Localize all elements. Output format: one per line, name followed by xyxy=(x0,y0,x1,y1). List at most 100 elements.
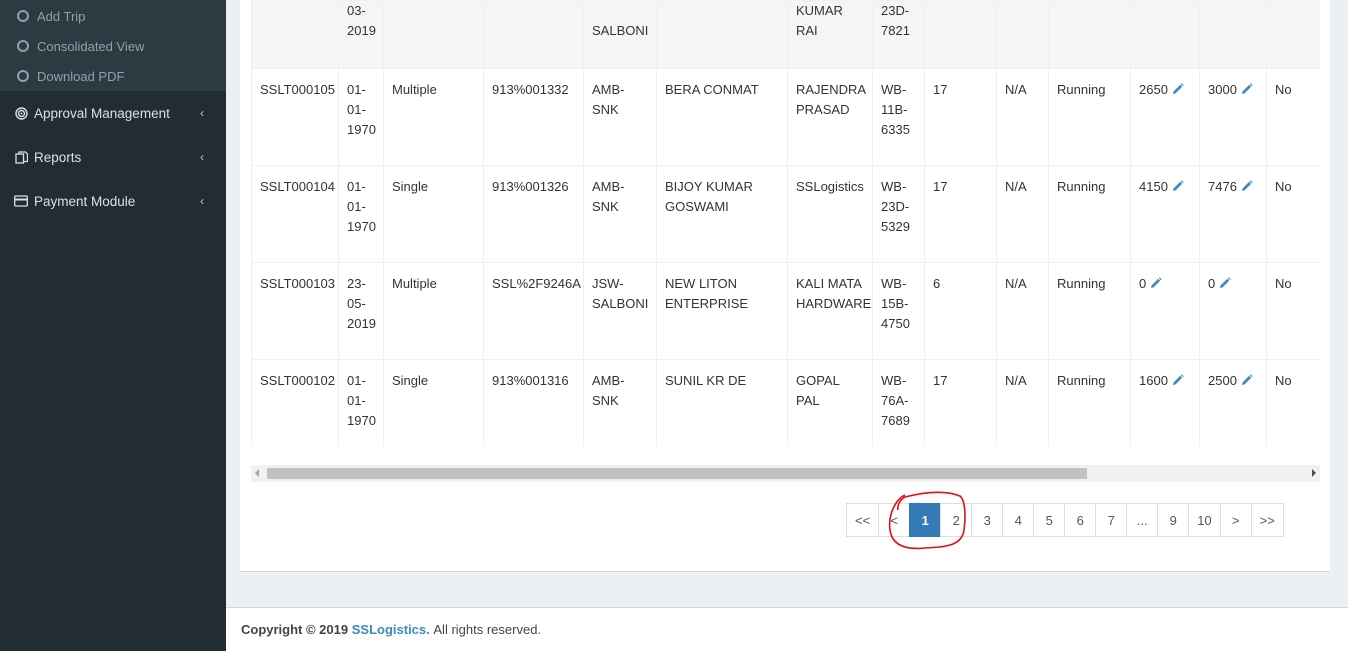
table-cell-party: NEW LITON ENTERPRISE xyxy=(656,262,788,360)
table-cell-flag: No xyxy=(1266,262,1320,360)
page-button[interactable]: << xyxy=(846,503,880,537)
table-cell-flag: No xyxy=(1266,165,1320,263)
table-cell-amount2: 2500 xyxy=(1199,359,1267,446)
table-cell-consignee: GOPAL PAL xyxy=(787,359,873,446)
scroll-right-icon[interactable] xyxy=(1312,469,1316,477)
cell-value: Running xyxy=(1057,82,1106,97)
table-cell-party: SUNIL KR DE xyxy=(656,359,788,446)
table-cell: 23D- 7821 xyxy=(872,0,925,69)
brand-link[interactable]: SSLogistics. xyxy=(352,622,430,637)
table-cell-amount2: 7476 xyxy=(1199,165,1267,263)
table-cell xyxy=(383,0,484,69)
page-button[interactable]: 1 xyxy=(909,503,942,537)
scrollbar-thumb[interactable] xyxy=(267,468,1087,479)
sidebar-item-add-trip[interactable]: Add Trip xyxy=(0,1,226,31)
table-cell-type: Multiple xyxy=(383,68,484,166)
table-cell: KUMAR RAI xyxy=(787,0,873,69)
cell-value: WB- 76A- 7689 xyxy=(881,373,910,428)
table-row: SSLT000102 01- 01- 1970 Single 913%001316 AM… xyxy=(251,359,1320,446)
pencil-icon[interactable] xyxy=(1241,372,1253,392)
page-button[interactable]: >> xyxy=(1250,503,1284,537)
cell-value: N/A xyxy=(1005,276,1027,291)
cell-value: KALI MATA HARDWARE xyxy=(796,276,872,311)
table-cell-amount2: 3000 xyxy=(1199,68,1267,166)
pencil-icon[interactable] xyxy=(1150,275,1162,295)
cell-value: AMB-SNK xyxy=(592,179,625,214)
sidebar-item-consolidated-view[interactable]: Consolidated View xyxy=(0,31,226,61)
cell-value: Multiple xyxy=(392,276,437,291)
trips-table: 03- 2019 SALBONI KUMAR RAI 23D- 7821 SSLT00… xyxy=(251,0,1320,446)
table-cell-na: N/A xyxy=(996,262,1049,360)
cell-value: 23- 05- 2019 xyxy=(347,276,376,331)
cell-value: 4150 xyxy=(1139,179,1168,194)
pencil-icon[interactable] xyxy=(1172,372,1184,392)
sidebar-item-payment-module[interactable]: Payment Module ‹ xyxy=(0,179,226,223)
pencil-icon[interactable] xyxy=(1172,81,1184,101)
table-cell-amount1: 2650 xyxy=(1130,68,1200,166)
table-cell-date: 01- 01- 1970 xyxy=(338,68,384,166)
target-icon xyxy=(14,106,28,120)
cell-value: AMB-SNK xyxy=(592,82,625,117)
credit-card-icon xyxy=(14,194,28,208)
page-button[interactable]: 4 xyxy=(1002,503,1035,537)
page-button[interactable]: 7 xyxy=(1095,503,1128,537)
table-cell xyxy=(996,0,1049,69)
cell-value: 0 xyxy=(1139,276,1147,291)
cell-value: 6 xyxy=(933,276,941,291)
cell-value: 17 xyxy=(933,373,948,388)
table-cell-amount1: 1600 xyxy=(1130,359,1200,446)
cell-value: No xyxy=(1275,373,1292,388)
table-cell-ref: 913%001326 xyxy=(483,165,584,263)
page-button[interactable]: 3 xyxy=(971,503,1004,537)
footer: Copyright © 2019 SSLogistics. All rights… xyxy=(226,607,1348,651)
page-button[interactable]: 5 xyxy=(1033,503,1066,537)
pencil-icon[interactable] xyxy=(1219,275,1231,295)
sidebar-item-approval-management[interactable]: Approval Management ‹ xyxy=(0,91,226,135)
page-button[interactable]: 6 xyxy=(1064,503,1097,537)
cell-value: RAJENDRA PRASAD xyxy=(796,82,867,117)
cell-value: WB- 23D- 5329 xyxy=(881,179,910,234)
table-cell-route: JSW- SALBONI xyxy=(583,262,657,360)
page-button[interactable]: 2 xyxy=(940,503,973,537)
table-cell-amount1: 0 xyxy=(1130,262,1200,360)
page-button[interactable]: > xyxy=(1219,503,1252,537)
trips-table-container[interactable]: 03- 2019 SALBONI KUMAR RAI 23D- 7821 SSLT00… xyxy=(251,0,1320,446)
sidebar-item-label: Approval Management xyxy=(34,105,170,121)
sidebar-item-download-pdf[interactable]: Download PDF xyxy=(0,61,226,91)
copyright-text: Copyright © 2019 xyxy=(241,622,349,637)
table-cell-qty: 17 xyxy=(924,359,997,446)
table-cell-date: 01- 01- 1970 xyxy=(338,359,384,446)
cell-value: SSL%2F9246A xyxy=(492,276,581,291)
table-cell-vehicle: WB- 23D- 5329 xyxy=(872,165,925,263)
pencil-icon[interactable] xyxy=(1241,81,1253,101)
cell-value: Running xyxy=(1057,179,1106,194)
sidebar-item-reports[interactable]: Reports ‹ xyxy=(0,135,226,179)
horizontal-scrollbar[interactable] xyxy=(251,465,1320,482)
page-button[interactable]: ... xyxy=(1126,503,1159,537)
cell-value: 17 xyxy=(933,82,948,97)
scroll-left-icon[interactable] xyxy=(255,469,259,477)
table-cell-type: Single xyxy=(383,359,484,446)
cell-value: 01- 01- 1970 xyxy=(347,373,376,428)
pencil-icon[interactable] xyxy=(1172,178,1184,198)
cell-value: BERA CONMAT xyxy=(665,82,759,97)
cell-value: AMB-SNK xyxy=(592,373,625,408)
cell-value: BIJOY KUMAR GOSWAMI xyxy=(665,179,753,214)
table-cell-status: Running xyxy=(1048,359,1131,446)
table-cell-route: AMB-SNK xyxy=(583,165,657,263)
pencil-icon[interactable] xyxy=(1241,178,1253,198)
page-button[interactable]: 10 xyxy=(1188,503,1221,537)
cell-value: SSLogistics xyxy=(796,179,864,194)
table-cell-id: SSLT000104 xyxy=(251,165,339,263)
sidebar-item-label: Payment Module xyxy=(34,193,136,209)
table-cell-type: Single xyxy=(383,165,484,263)
table-cell-flag: No xyxy=(1266,359,1320,446)
page-button[interactable]: < xyxy=(878,503,911,537)
cell-value: No xyxy=(1275,82,1292,97)
sidebar-item-label: Reports xyxy=(34,149,82,165)
cell-value: 913%001316 xyxy=(492,373,569,388)
sidebar-item-label: Download PDF xyxy=(37,68,125,84)
page-button[interactable]: 9 xyxy=(1157,503,1190,537)
cell-value: Single xyxy=(392,373,429,388)
table-cell-consignee: SSLogistics xyxy=(787,165,873,263)
